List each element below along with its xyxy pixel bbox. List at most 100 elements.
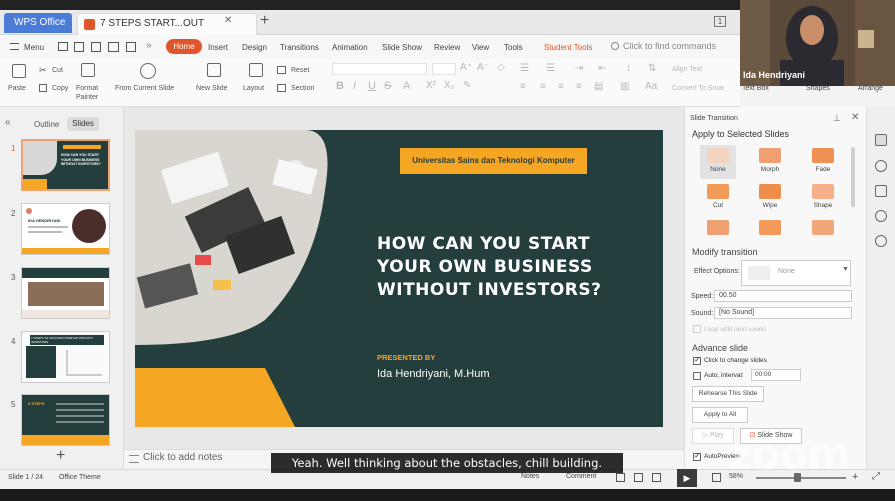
bold-icon[interactable]: B <box>336 80 344 92</box>
rehearse-button[interactable]: Rehearse This Slide <box>692 386 764 402</box>
presented-by-label[interactable]: PRESENTED BY <box>377 353 435 362</box>
animation-pane-icon[interactable] <box>875 160 887 172</box>
reset-button[interactable]: Reset <box>291 67 309 74</box>
font-name-select[interactable] <box>332 63 427 75</box>
gallery-scrollbar[interactable] <box>851 147 855 207</box>
menu-tools-tab[interactable]: Tools <box>504 43 523 52</box>
format-painter-button[interactable]: Format Painter <box>76 84 106 102</box>
font-grow-icon[interactable]: A⁺ <box>460 62 472 73</box>
print-icon[interactable] <box>108 42 119 52</box>
bullets-icon[interactable]: ☰ <box>520 63 529 74</box>
new-slide-icon[interactable] <box>207 63 221 77</box>
help-icon[interactable] <box>875 235 887 247</box>
auto-interval-checkbox[interactable] <box>693 372 701 380</box>
find-commands-input[interactable]: Click to find commands <box>623 41 716 51</box>
align-right-icon[interactable]: ≡ <box>558 81 564 92</box>
cut-button[interactable]: Cut <box>52 67 63 74</box>
align-left-icon[interactable]: ≡ <box>520 81 526 92</box>
align-text-button[interactable]: Align Text <box>672 66 702 73</box>
theme-name[interactable]: Office Theme <box>59 474 101 481</box>
start-slideshow-icon[interactable]: ▶ <box>677 469 697 487</box>
export-pdf-icon[interactable] <box>91 42 101 52</box>
reset-icon[interactable] <box>277 66 286 74</box>
clear-format-icon[interactable]: ◇ <box>497 62 505 73</box>
settings-sliders-icon[interactable] <box>875 185 887 197</box>
transition-option[interactable] <box>805 217 841 235</box>
menu-review-tab[interactable]: Review <box>434 43 460 52</box>
on-click-checkbox[interactable] <box>693 355 701 365</box>
slide-sorter-icon[interactable] <box>634 473 643 482</box>
wps-office-tab[interactable]: WPS Office <box>4 13 72 33</box>
play-from-current-icon[interactable] <box>140 63 156 79</box>
outline-tab[interactable]: Outline <box>34 120 59 129</box>
presenter-name[interactable]: Ida Hendriyani, M.Hum <box>377 368 490 380</box>
case-icon[interactable]: Aa <box>645 81 657 92</box>
indent-icon[interactable]: ⇥ <box>575 63 583 74</box>
italic-icon[interactable]: I <box>353 80 356 92</box>
auto-interval-input[interactable]: 00:00 <box>751 369 801 381</box>
autopreview-checkbox[interactable] <box>693 451 701 461</box>
superscript-icon[interactable]: X² <box>426 80 436 91</box>
columns-icon[interactable]: ▥ <box>620 81 629 92</box>
fit-window-icon[interactable] <box>712 473 721 482</box>
notes-toggle[interactable]: Notes <box>521 473 539 480</box>
comment-toggle[interactable]: Comment <box>566 473 596 480</box>
slide-thumbnail-3[interactable] <box>21 267 110 319</box>
menu-transitions-tab[interactable]: Transitions <box>280 43 319 52</box>
print-preview-icon[interactable] <box>126 42 136 52</box>
paste-button[interactable]: Paste <box>8 85 26 92</box>
format-painter-icon[interactable] <box>81 63 95 77</box>
slides-tab[interactable]: Slides <box>67 117 99 131</box>
menu-slideshow-tab[interactable]: Slide Show <box>382 43 422 52</box>
transition-pane-title[interactable]: Slide Transition <box>690 115 738 122</box>
window-count-badge[interactable]: 1 <box>714 16 726 27</box>
university-label[interactable]: Universitas Sains dan Teknologi Komputer <box>400 148 587 174</box>
font-shrink-icon[interactable]: A⁻ <box>477 62 489 73</box>
font-size-select[interactable] <box>432 63 456 75</box>
subscript-icon[interactable]: X₂ <box>444 80 455 91</box>
font-color-icon[interactable]: A <box>403 80 410 92</box>
transition-option[interactable] <box>752 217 788 235</box>
slide-thumbnail-1[interactable]: HOW CAN YOU START YOUR OWN BUSINESS WITH… <box>21 139 110 191</box>
pin-icon[interactable]: ⊥ <box>833 113 841 124</box>
fullscreen-icon[interactable]: ⤢ <box>872 471 880 482</box>
copy-button[interactable]: Copy <box>52 85 68 92</box>
slide-thumbnail-4[interactable]: 7 STEPS TO SUCCESS STARTUP WITHOUT INVES… <box>21 331 110 383</box>
menu-home-tab[interactable]: Home <box>166 39 202 54</box>
menu-insert-tab[interactable]: Insert <box>208 43 228 52</box>
transition-wipe[interactable]: Wipe <box>752 181 788 215</box>
menu-view-tab[interactable]: View <box>472 43 489 52</box>
transition-morph[interactable]: Morph <box>752 145 788 179</box>
speed-stepper[interactable]: 00.50 <box>714 290 852 302</box>
outdent-icon[interactable]: ⇤ <box>598 63 606 74</box>
new-tab-icon[interactable]: + <box>260 12 269 30</box>
line-spacing-icon[interactable]: ↕ <box>626 63 631 74</box>
justify-icon[interactable]: ≡ <box>576 81 582 92</box>
from-current-slide-button[interactable]: From Current Slide <box>115 85 174 92</box>
text-direction-icon[interactable]: ⇅ <box>648 63 656 74</box>
add-slide-icon[interactable]: + <box>56 447 65 465</box>
arrange-button[interactable]: Arrange <box>858 85 883 92</box>
notes-placeholder[interactable]: Click to add notes <box>143 452 223 463</box>
reading-view-icon[interactable] <box>652 473 661 482</box>
close-tab-icon[interactable]: ✕ <box>224 15 232 26</box>
zoom-in-icon[interactable]: + <box>852 471 858 483</box>
paste-icon[interactable] <box>12 64 26 78</box>
transition-pane-icon[interactable] <box>875 134 887 146</box>
section-button[interactable]: Section <box>291 85 314 92</box>
layout-icon[interactable] <box>249 63 263 77</box>
transition-none[interactable]: None <box>700 145 736 179</box>
hamburger-icon[interactable] <box>10 43 19 50</box>
normal-view-icon[interactable] <box>616 473 625 482</box>
transition-shape[interactable]: Shape <box>805 181 841 215</box>
collapse-pane-icon[interactable]: « <box>5 117 11 128</box>
distribute-icon[interactable]: ▤ <box>594 81 603 92</box>
save-icon[interactable] <box>74 42 84 52</box>
menu-design-tab[interactable]: Design <box>242 43 267 52</box>
notes-drag-icon[interactable] <box>129 455 139 463</box>
numbering-icon[interactable]: ☰ <box>546 63 555 74</box>
student-tools-tab[interactable]: Student Tools <box>544 43 592 52</box>
menu-animation-tab[interactable]: Animation <box>332 43 368 52</box>
slide-title[interactable]: HOW CAN YOU START YOUR OWN BUSINESS WITH… <box>377 233 647 302</box>
copy-icon[interactable] <box>39 84 47 92</box>
